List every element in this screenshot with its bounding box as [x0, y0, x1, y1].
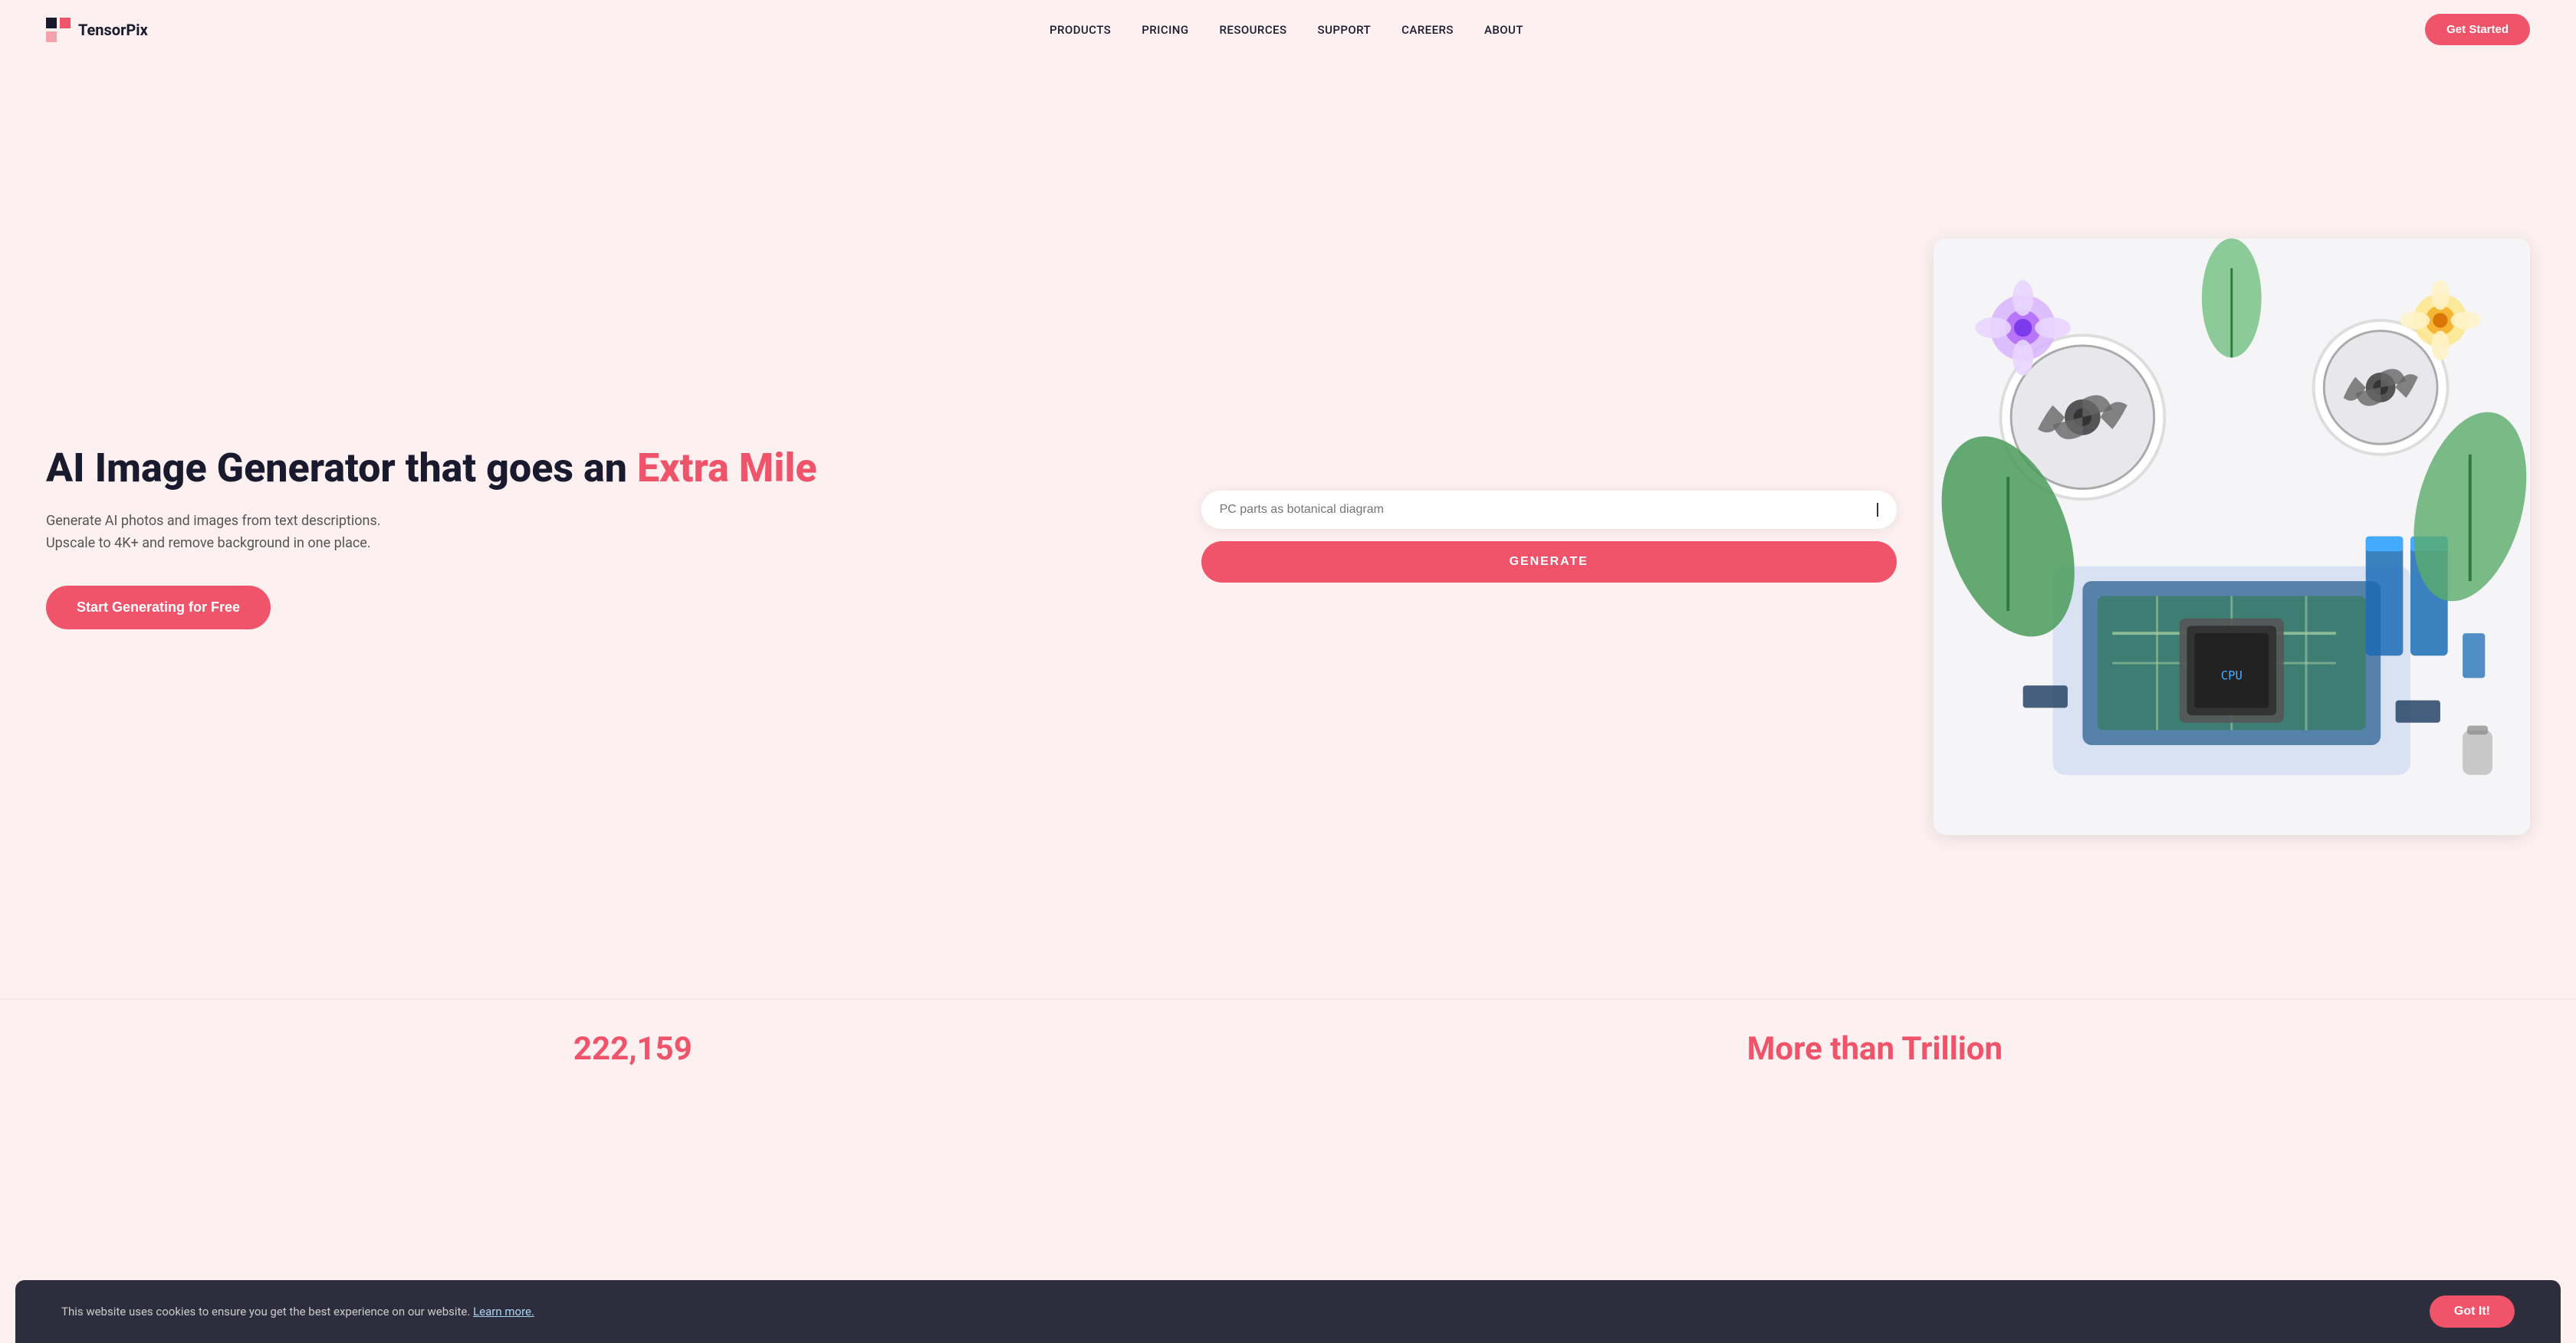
- nav-item-resources[interactable]: RESOURCES: [1220, 22, 1287, 37]
- logo-area[interactable]: TensorPix: [46, 18, 148, 42]
- got-it-button[interactable]: Got It!: [2430, 1295, 2515, 1328]
- nav-link-resources[interactable]: RESOURCES: [1220, 23, 1287, 37]
- get-started-button[interactable]: Get Started: [2425, 14, 2530, 45]
- hero-title-text: AI Image Generator that goes an: [46, 445, 637, 491]
- hero-title-highlight: Extra Mile: [637, 445, 817, 491]
- hero-left: AI Image Generator that goes an Extra Mi…: [46, 445, 1164, 629]
- nav-item-pricing[interactable]: PRICING: [1142, 22, 1188, 37]
- hero-right: CPU: [1934, 238, 2530, 835]
- hero-image-svg: CPU: [1934, 238, 2530, 835]
- nav-link-pricing[interactable]: PRICING: [1142, 23, 1188, 37]
- stat-images-count: 222,159: [573, 1030, 692, 1068]
- hero-cta-button[interactable]: Start Generating for Free: [46, 586, 271, 629]
- cookie-message: This website uses cookies to ensure you …: [61, 1305, 534, 1318]
- cursor-blink-icon: [1877, 503, 1878, 517]
- nav-links: PRODUCTS PRICING RESOURCES SUPPORT CAREE…: [1050, 22, 1523, 37]
- nav-link-products[interactable]: PRODUCTS: [1050, 23, 1111, 37]
- hero-section: AI Image Generator that goes an Extra Mi…: [0, 59, 2576, 999]
- nav-link-careers[interactable]: CAREERS: [1401, 23, 1454, 37]
- svg-text:CPU: CPU: [2221, 669, 2242, 683]
- stat-images: 222,159: [573, 1030, 692, 1068]
- cookie-learn-more-link[interactable]: Learn more.: [473, 1305, 534, 1318]
- nav-item-about[interactable]: ABOUT: [1484, 22, 1523, 37]
- logo-icon: [46, 18, 71, 42]
- prompt-input-container: [1201, 491, 1897, 529]
- stat-tokens: More than Trillion: [1747, 1030, 2003, 1068]
- nav-item-careers[interactable]: CAREERS: [1401, 22, 1454, 37]
- hero-center: GENERATE: [1201, 491, 1897, 583]
- cookie-banner: This website uses cookies to ensure you …: [15, 1280, 2561, 1343]
- nav-item-support[interactable]: SUPPORT: [1318, 22, 1372, 37]
- stats-section: 222,159 More than Trillion: [0, 999, 2576, 1098]
- brand-name: TensorPix: [78, 21, 148, 39]
- prompt-input[interactable]: [1220, 503, 1875, 517]
- stat-tokens-label: More than Trillion: [1747, 1030, 2003, 1068]
- hero-subtitle: Generate AI photos and images from text …: [46, 511, 414, 555]
- nav-item-products[interactable]: PRODUCTS: [1050, 22, 1111, 37]
- generate-button[interactable]: GENERATE: [1201, 541, 1897, 583]
- navbar: TensorPix PRODUCTS PRICING RESOURCES SUP…: [0, 0, 2576, 59]
- nav-link-support[interactable]: SUPPORT: [1318, 23, 1372, 37]
- hero-image-preview: CPU: [1934, 238, 2530, 835]
- hero-title: AI Image Generator that goes an Extra Mi…: [46, 445, 1164, 492]
- cookie-message-text: This website uses cookies to ensure you …: [61, 1305, 470, 1318]
- nav-link-about[interactable]: ABOUT: [1484, 23, 1523, 37]
